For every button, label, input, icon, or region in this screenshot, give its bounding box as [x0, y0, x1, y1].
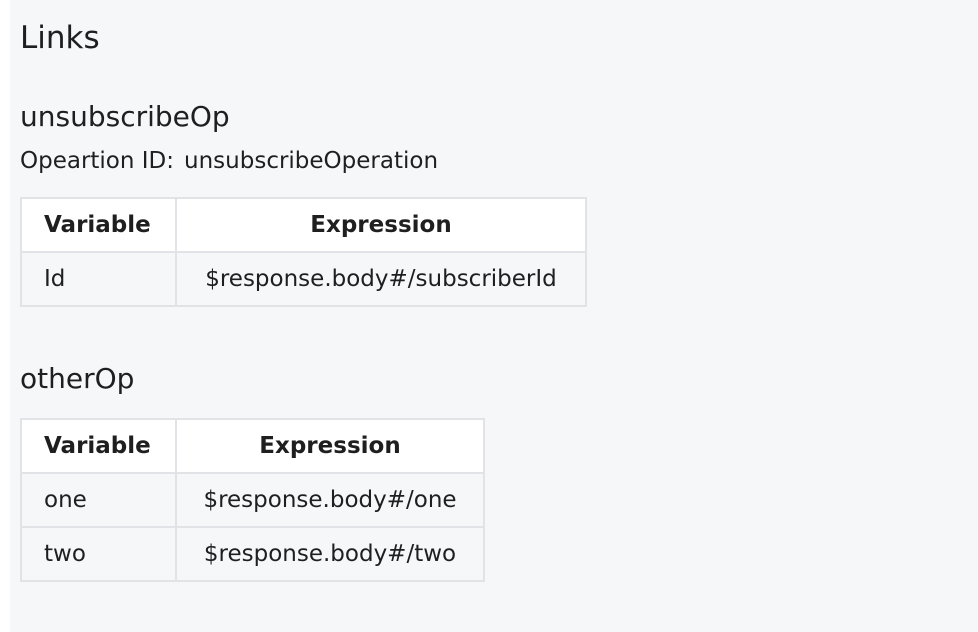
expression-cell: $response.body#/one: [175, 471, 485, 528]
table-row: Id $response.body#/subscriberId: [20, 251, 587, 308]
links-panel: Links unsubscribeOp Opeartion ID: unsubsc…: [10, 0, 978, 632]
table-row: two $response.body#/two: [20, 525, 485, 582]
variable-cell: two: [20, 525, 177, 582]
table-header-row: Variable Expression: [20, 417, 485, 474]
column-header-variable: Variable: [20, 417, 177, 474]
links-heading: Links: [20, 20, 100, 56]
table-header-row: Variable Expression: [20, 197, 587, 254]
operation-id-label: Opeartion ID:: [20, 147, 175, 174]
link-other-op: otherOp Variable Expression one $respons…: [20, 362, 485, 582]
variables-table: Variable Expression Id $response.body#/s…: [20, 197, 587, 308]
column-header-variable: Variable: [20, 197, 177, 254]
table-row: one $response.body#/one: [20, 471, 485, 528]
operation-id-line: Opeartion ID: unsubscribeOperation: [20, 148, 587, 176]
link-name: unsubscribeOp: [20, 100, 230, 133]
link-name: otherOp: [20, 362, 135, 395]
column-header-expression: Expression: [175, 197, 587, 254]
variables-table: Variable Expression one $response.body#/…: [20, 417, 485, 582]
variable-cell: one: [20, 471, 177, 528]
expression-cell: $response.body#/subscriberId: [175, 251, 587, 308]
column-header-expression: Expression: [175, 417, 485, 474]
variable-cell: Id: [20, 251, 177, 308]
operation-id-value: unsubscribeOperation: [184, 147, 439, 174]
link-unsubscribe-op: unsubscribeOp Opeartion ID: unsubscribeOp…: [20, 100, 587, 308]
expression-cell: $response.body#/two: [175, 525, 485, 582]
